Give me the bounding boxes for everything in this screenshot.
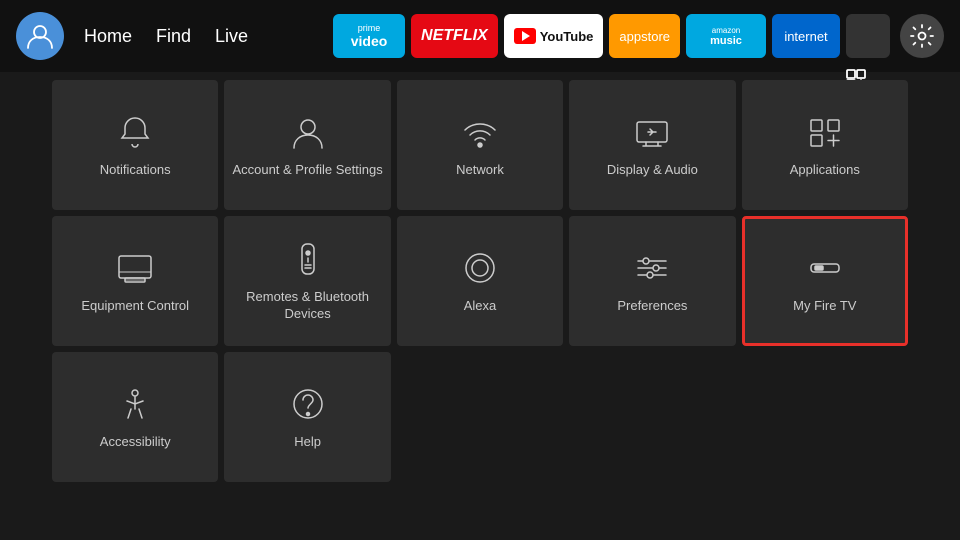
- sliders-icon: [632, 248, 672, 288]
- tile-notifications[interactable]: Notifications: [52, 80, 218, 210]
- remote-icon: [288, 239, 328, 279]
- tile-preferences-label: Preferences: [617, 298, 687, 315]
- tv-icon: [115, 248, 155, 288]
- tile-display-label: Display & Audio: [607, 162, 698, 179]
- tile-equipment-label: Equipment Control: [81, 298, 189, 315]
- tile-network[interactable]: Network: [397, 80, 563, 210]
- appstore-button[interactable]: appstore: [609, 14, 680, 58]
- tile-help-label: Help: [294, 434, 321, 451]
- tile-alexa[interactable]: Alexa: [397, 216, 563, 346]
- tile-accessibility[interactable]: Accessibility: [52, 352, 218, 482]
- settings-button[interactable]: [900, 14, 944, 58]
- amazon-music-top: amazon: [712, 26, 740, 35]
- youtube-label: YouTube: [540, 29, 594, 44]
- tile-alexa-label: Alexa: [464, 298, 497, 315]
- nav-find[interactable]: Find: [156, 26, 191, 47]
- nav-home[interactable]: Home: [84, 26, 132, 47]
- apps-icon: [805, 112, 845, 152]
- header: Home Find Live prime video NETFLIX YouTu…: [0, 0, 960, 72]
- netflix-button[interactable]: NETFLIX: [411, 14, 498, 58]
- tile-applications-label: Applications: [790, 162, 860, 179]
- accessibility-icon: [115, 384, 155, 424]
- youtube-inner: YouTube: [514, 28, 594, 44]
- settings-main: Notifications Account & Profile Settings…: [0, 72, 960, 490]
- wifi-icon: [460, 112, 500, 152]
- appstore-label: appstore: [619, 29, 670, 44]
- amazon-music-button[interactable]: amazon music: [686, 14, 766, 58]
- bell-icon: [115, 112, 155, 152]
- tile-help[interactable]: Help: [224, 352, 390, 482]
- internet-label: internet: [784, 29, 827, 44]
- tile-display-audio[interactable]: Display & Audio: [569, 80, 735, 210]
- tile-accessibility-label: Accessibility: [100, 434, 171, 451]
- alexa-icon: [460, 248, 500, 288]
- tile-my-fire-tv[interactable]: My Fire TV: [742, 216, 908, 346]
- tile-applications[interactable]: Applications: [742, 80, 908, 210]
- nav-live[interactable]: Live: [215, 26, 248, 47]
- prime-top-label: prime: [358, 23, 381, 33]
- nav-links: Home Find Live: [84, 26, 248, 47]
- prime-bot-label: video: [351, 33, 388, 49]
- all-apps-button[interactable]: [846, 14, 890, 58]
- tile-remotes-bluetooth[interactable]: Remotes & Bluetooth Devices: [224, 216, 390, 346]
- tile-account-label: Account & Profile Settings: [232, 162, 382, 179]
- amazon-music-inner: amazon music: [710, 26, 742, 47]
- amazon-music-bot: music: [710, 35, 742, 47]
- user-avatar[interactable]: [16, 12, 64, 60]
- help-icon: [288, 384, 328, 424]
- firetv-icon: [805, 248, 845, 288]
- app-shortcuts: prime video NETFLIX YouTube appstore ama…: [333, 14, 944, 58]
- tile-preferences[interactable]: Preferences: [569, 216, 735, 346]
- display-icon: [632, 112, 672, 152]
- person-icon: [288, 112, 328, 152]
- youtube-play-icon: [514, 28, 536, 44]
- prime-video-button[interactable]: prime video: [333, 14, 405, 58]
- internet-button[interactable]: internet: [772, 14, 840, 58]
- tile-network-label: Network: [456, 162, 504, 179]
- tile-remotes-label: Remotes & Bluetooth Devices: [224, 289, 390, 323]
- tile-my-fire-tv-label: My Fire TV: [793, 298, 856, 315]
- settings-grid: Notifications Account & Profile Settings…: [52, 80, 908, 482]
- tile-account-profile[interactable]: Account & Profile Settings: [224, 80, 390, 210]
- tile-notifications-label: Notifications: [100, 162, 171, 179]
- tile-equipment-control[interactable]: Equipment Control: [52, 216, 218, 346]
- youtube-button[interactable]: YouTube: [504, 14, 604, 58]
- netflix-label: NETFLIX: [421, 27, 488, 45]
